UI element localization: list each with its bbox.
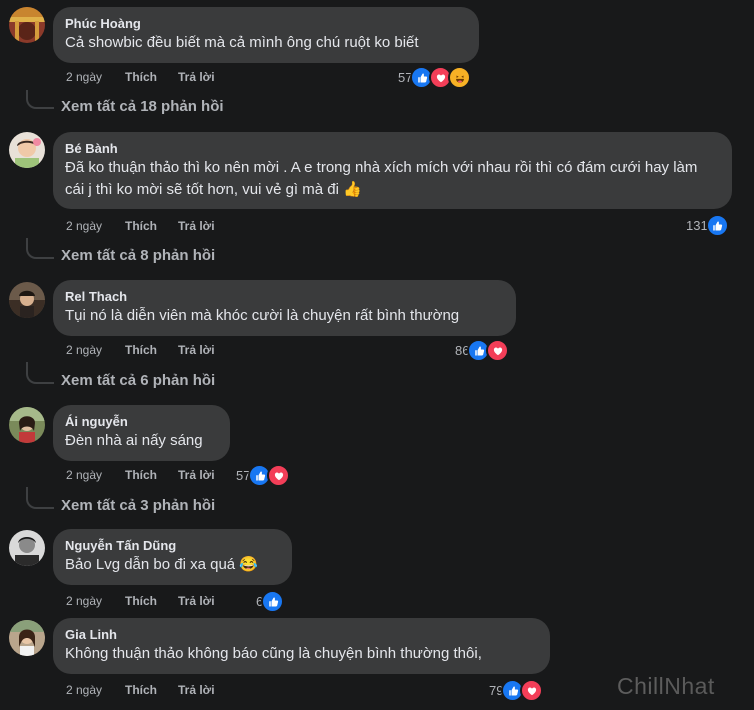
comment-text: Tụi nó là diễn viên mà khóc cười là chuy… [65,307,460,324]
reply-button[interactable]: Trả lời [178,218,215,234]
view-replies-link[interactable]: Xem tất cả 3 phản hồi [61,496,215,516]
like-icon [705,214,729,237]
reply-button[interactable]: Trả lời [178,593,215,609]
comment-bubble: Gia Linh Không thuận thảo không báo cũng… [53,618,550,674]
reply-button[interactable]: Trả lời [178,467,215,483]
comment-text: Đèn nhà ai nấy sáng [65,432,203,449]
love-icon [267,464,291,487]
commenter-name[interactable]: Phúc Hoàng [65,15,467,32]
like-button[interactable]: Thích [125,593,157,609]
avatar[interactable] [9,282,45,318]
commenter-name[interactable]: Rel Thach [65,288,504,305]
reaction-summary[interactable]: 57 [236,464,291,487]
like-button[interactable]: Thích [125,218,157,234]
avatar[interactable] [9,530,45,566]
comment-text: Đã ko thuận thảo thì ko nên mời . A e tr… [65,159,698,198]
like-button[interactable]: Thích [125,467,157,483]
reply-button[interactable]: Trả lời [178,69,215,85]
comment-bubble: Rel Thach Tụi nó là diễn viên mà khóc cư… [53,280,516,336]
view-replies-link[interactable]: Xem tất cả 6 phản hồi [61,371,215,391]
comment-time[interactable]: 2 ngày [66,342,102,358]
reply-thread-line [26,90,54,109]
haha-icon [448,66,472,89]
avatar[interactable] [9,620,45,656]
comment-bubble: Phúc Hoàng Cả showbic đều biết mà cả mìn… [53,7,479,63]
reply-thread-line [26,238,54,259]
reply-button[interactable]: Trả lời [178,682,215,698]
comment-bubble: Bé Bành Đã ko thuận thảo thì ko nên mời … [53,132,732,209]
comment-text: Không thuận thảo không báo cũng là chuyệ… [65,645,482,662]
reaction-summary[interactable]: 79 [489,679,544,702]
comment-time[interactable]: 2 ngày [66,467,102,483]
watermark-logo: ChillNhat [617,673,715,700]
reaction-summary[interactable]: 57 [398,66,472,89]
comment-bubble: Nguyễn Tấn Dũng Bảo Lvg dẫn bo đi xa quá… [53,529,292,585]
view-replies-link[interactable]: Xem tất cả 18 phản hồi [61,97,224,117]
commenter-name[interactable]: Ái nguyễn [65,413,218,430]
avatar[interactable] [9,407,45,443]
avatar[interactable] [9,132,45,168]
view-replies-link[interactable]: Xem tất cả 8 phản hồi [61,246,215,266]
reaction-count: 131 [686,218,708,233]
like-button[interactable]: Thích [125,69,157,85]
avatar[interactable] [9,7,45,43]
reaction-summary[interactable]: 131 [686,214,729,237]
commenter-name[interactable]: Nguyễn Tấn Dũng [65,537,280,554]
reaction-summary[interactable]: 6 [256,590,285,613]
love-icon [520,679,544,702]
like-button[interactable]: Thích [125,682,157,698]
comment-text: Cả showbic đều biết mà cả mình ông chú r… [65,34,419,51]
love-icon [486,339,510,362]
commenter-name[interactable]: Gia Linh [65,626,538,643]
comment-bubble: Ái nguyễn Đèn nhà ai nấy sáng [53,405,230,461]
comment-time[interactable]: 2 ngày [66,593,102,609]
commenter-name[interactable]: Bé Bành [65,140,720,157]
reply-thread-line [26,362,54,384]
like-icon [261,590,285,613]
like-button[interactable]: Thích [125,342,157,358]
watermark-part2: Nhat [664,673,715,699]
watermark-part1: Chill [617,673,665,699]
comment-time[interactable]: 2 ngày [66,682,102,698]
reply-button[interactable]: Trả lời [178,342,215,358]
reaction-summary[interactable]: 86 [455,339,510,362]
reply-thread-line [26,487,54,509]
comment-time[interactable]: 2 ngày [66,69,102,85]
comment-text: Bảo Lvg dẫn bo đi xa quá 😂 [65,556,258,573]
comment-time[interactable]: 2 ngày [66,218,102,234]
